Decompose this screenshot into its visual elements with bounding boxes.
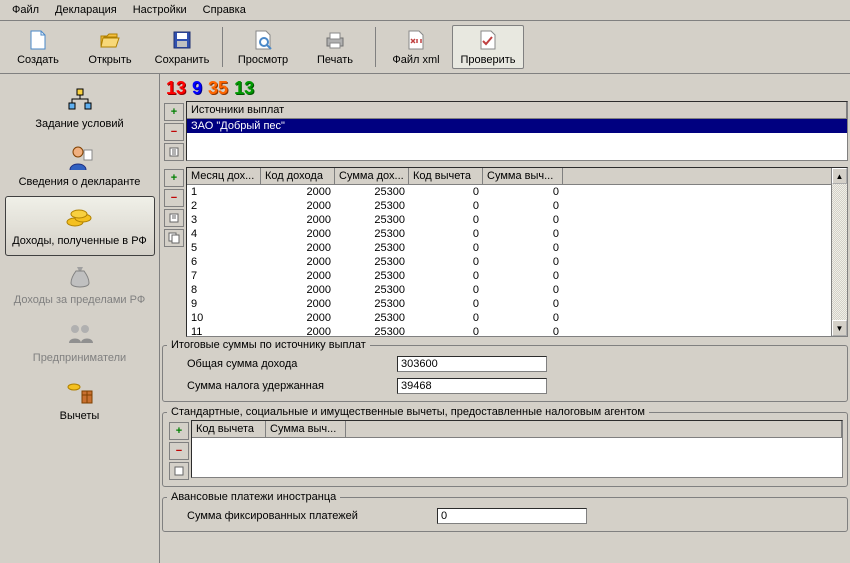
source-row[interactable]: ЗАО "Добрый пес": [187, 119, 847, 133]
digit: 35: [208, 78, 228, 99]
income-row[interactable]: 520002530000: [187, 241, 847, 255]
totals-title: Итоговые суммы по источнику выплат: [167, 339, 370, 351]
content: 13 9 35 13 + − Источники выплат ЗАО "Доб…: [160, 74, 850, 563]
check-button[interactable]: Проверить: [452, 25, 524, 69]
main-area: Задание условий Сведения о декларанте До…: [0, 74, 850, 563]
deductions-table[interactable]: Код вычетаСумма выч...: [191, 420, 843, 478]
printer-icon: [323, 28, 347, 52]
add-income-button[interactable]: +: [164, 169, 184, 187]
deductions-group: Стандартные, социальные и имущественные …: [162, 406, 848, 487]
sidebar: Задание условий Сведения о декларанте До…: [0, 74, 160, 563]
sidebar-item-income-rf[interactable]: Доходы, полученные в РФ: [5, 196, 155, 256]
income-header: Месяц дох... Код дохода Сумма дох... Код…: [187, 168, 847, 185]
sidebar-item-deductions[interactable]: Вычеты: [5, 372, 155, 430]
add-source-button[interactable]: +: [164, 103, 184, 121]
income-buttons: + −: [162, 167, 186, 337]
sidebar-item-declarant[interactable]: Сведения о декларанте: [5, 138, 155, 196]
add-deduction-button[interactable]: +: [169, 422, 189, 440]
income-row[interactable]: 1020002530000: [187, 311, 847, 325]
menu-settings[interactable]: Настройки: [125, 2, 195, 18]
income-row[interactable]: 220002530000: [187, 199, 847, 213]
edit-source-button[interactable]: [164, 143, 184, 161]
toolbar: Создать Открыть Сохранить Просмотр Печат…: [0, 21, 850, 74]
sources-header: Источники выплат: [187, 102, 847, 118]
tax-withheld-label: Сумма налога удержанная: [187, 380, 397, 392]
open-button[interactable]: Открыть: [74, 25, 146, 69]
copy-income-button[interactable]: [164, 229, 184, 247]
fixed-payments-label: Сумма фиксированных платежей: [187, 510, 437, 522]
check-icon: [476, 28, 500, 52]
totals-group: Итоговые суммы по источнику выплат Общая…: [162, 339, 848, 402]
digit: 9: [192, 78, 202, 99]
remove-source-button[interactable]: −: [164, 123, 184, 141]
hierarchy-icon: [64, 84, 96, 116]
menu-help[interactable]: Справка: [195, 2, 254, 18]
scroll-down-icon[interactable]: ▼: [832, 320, 847, 336]
total-income-field[interactable]: [397, 356, 547, 372]
total-income-label: Общая сумма дохода: [187, 358, 397, 370]
save-button[interactable]: Сохранить: [146, 25, 218, 69]
floppy-disk-icon: [170, 28, 194, 52]
income-row[interactable]: 120002530000: [187, 185, 847, 199]
sidebar-item-conditions[interactable]: Задание условий: [5, 80, 155, 138]
advance-group: Авансовые платежи иностранца Сумма фикси…: [162, 491, 848, 532]
sources-buttons: + −: [162, 101, 186, 163]
edit-deduction-button[interactable]: [169, 462, 189, 480]
file-xml-button[interactable]: Файл xml: [380, 25, 452, 69]
income-row[interactable]: 920002530000: [187, 297, 847, 311]
edit-income-button[interactable]: [164, 209, 184, 227]
year-digits: 13 9 35 13: [162, 76, 848, 101]
income-section: + − Месяц дох... Код дохода Сумма дох...…: [162, 167, 848, 337]
new-file-icon: [26, 28, 50, 52]
file-xml-icon: [404, 28, 428, 52]
income-table[interactable]: Месяц дох... Код дохода Сумма дох... Код…: [186, 167, 848, 337]
coins-icon: [64, 201, 96, 233]
sidebar-item-income-foreign[interactable]: Доходы за пределами РФ: [5, 256, 155, 314]
toolbar-separator: [222, 27, 223, 67]
digit: 13: [166, 78, 186, 99]
preview-icon: [251, 28, 275, 52]
new-button[interactable]: Создать: [2, 25, 74, 69]
deductions-icon: [64, 376, 96, 408]
remove-income-button[interactable]: −: [164, 189, 184, 207]
tax-withheld-field[interactable]: [397, 378, 547, 394]
income-row[interactable]: 620002530000: [187, 255, 847, 269]
sidebar-item-entrepreneurs[interactable]: Предприниматели: [5, 314, 155, 372]
fixed-payments-field[interactable]: [437, 508, 587, 524]
menu-file[interactable]: Файл: [4, 2, 47, 18]
remove-deduction-button[interactable]: −: [169, 442, 189, 460]
person-icon: [64, 142, 96, 174]
preview-button[interactable]: Просмотр: [227, 25, 299, 69]
menu-declaration[interactable]: Декларация: [47, 2, 125, 18]
sources-list[interactable]: Источники выплат ЗАО "Добрый пес": [186, 101, 848, 161]
advance-title: Авансовые платежи иностранца: [167, 491, 340, 503]
income-row[interactable]: 320002530000: [187, 213, 847, 227]
folder-open-icon: [98, 28, 122, 52]
income-row[interactable]: 720002530000: [187, 269, 847, 283]
deduction-buttons: + −: [167, 420, 191, 482]
income-row[interactable]: 420002530000: [187, 227, 847, 241]
scrollbar[interactable]: ▲ ▼: [831, 168, 847, 336]
deductions-title: Стандартные, социальные и имущественные …: [167, 406, 649, 418]
print-button[interactable]: Печать: [299, 25, 371, 69]
income-row[interactable]: 1120002530000: [187, 325, 847, 339]
scroll-up-icon[interactable]: ▲: [832, 168, 847, 184]
sources-section: + − Источники выплат ЗАО "Добрый пес": [162, 101, 848, 163]
toolbar-separator: [375, 27, 376, 67]
people-icon: [64, 318, 96, 350]
income-row[interactable]: 820002530000: [187, 283, 847, 297]
digit: 13: [234, 78, 254, 99]
menubar: Файл Декларация Настройки Справка: [0, 0, 850, 21]
money-bag-icon: [64, 260, 96, 292]
